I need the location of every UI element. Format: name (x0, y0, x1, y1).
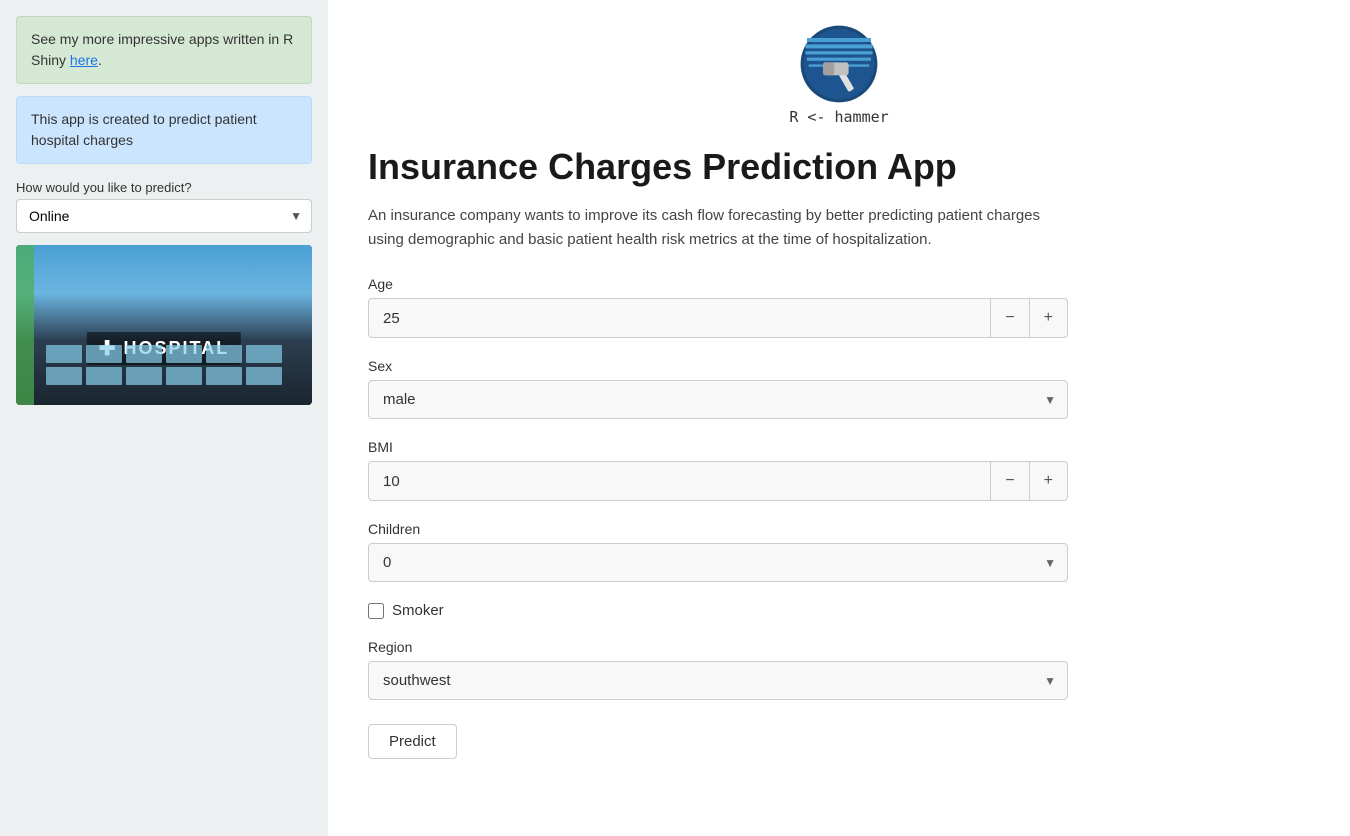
promo-link[interactable]: here (70, 52, 98, 68)
children-label: Children (368, 521, 1068, 537)
prediction-mode-label: How would you like to predict? (16, 180, 312, 195)
children-select[interactable]: 0 1 2 3 4 5 (368, 543, 1068, 582)
app-title: Insurance Charges Prediction App (368, 146, 1310, 188)
sex-group: Sex male female ▼ (368, 358, 1068, 419)
age-group: Age − + (368, 276, 1068, 338)
info-box: This app is created to predict patient h… (16, 96, 312, 164)
bmi-group: BMI − + (368, 439, 1068, 501)
smoker-checkbox[interactable] (368, 603, 384, 619)
children-group: Children 0 1 2 3 4 5 ▼ (368, 521, 1068, 582)
logo-label: R <- hammer (789, 108, 888, 126)
logo-area: R <- hammer (368, 24, 1310, 126)
bmi-decrement-button[interactable]: − (990, 462, 1028, 500)
region-label: Region (368, 639, 1068, 655)
app-description: An insurance company wants to improve it… (368, 204, 1068, 252)
promo-box: See my more impressive apps written in R… (16, 16, 312, 84)
age-decrement-button[interactable]: − (990, 299, 1028, 337)
sex-label: Sex (368, 358, 1068, 374)
sex-select-wrapper: male female ▼ (368, 380, 1068, 419)
main-content: R <- hammer Insurance Charges Prediction… (328, 0, 1350, 836)
prediction-mode-select[interactable]: Online Batch (16, 199, 312, 233)
bmi-input-wrapper: − + (368, 461, 1068, 501)
children-select-wrapper: 0 1 2 3 4 5 ▼ (368, 543, 1068, 582)
smoker-label[interactable]: Smoker (392, 602, 444, 619)
age-increment-button[interactable]: + (1029, 299, 1067, 337)
age-input[interactable] (369, 300, 990, 337)
bmi-increment-button[interactable]: + (1029, 462, 1067, 500)
region-select-wrapper: southwest southeast northwest northeast … (368, 661, 1068, 700)
predict-button[interactable]: Predict (368, 724, 457, 759)
region-group: Region southwest southeast northwest nor… (368, 639, 1068, 700)
prediction-mode-wrapper: Online Batch ▼ (16, 199, 312, 233)
sidebar: See my more impressive apps written in R… (0, 0, 328, 836)
prediction-mode-group: How would you like to predict? Online Ba… (16, 176, 312, 233)
sex-select[interactable]: male female (368, 380, 1068, 419)
hospital-image: ✚ HOSPITAL (16, 245, 312, 405)
region-select[interactable]: southwest southeast northwest northeast (368, 661, 1068, 700)
smoker-group: Smoker (368, 602, 1310, 619)
hospital-windows (46, 345, 283, 385)
info-text: This app is created to predict patient h… (31, 111, 257, 148)
r-hammer-logo (799, 24, 879, 104)
bmi-input[interactable] (369, 463, 990, 500)
age-label: Age (368, 276, 1068, 292)
age-input-wrapper: − + (368, 298, 1068, 338)
bmi-label: BMI (368, 439, 1068, 455)
